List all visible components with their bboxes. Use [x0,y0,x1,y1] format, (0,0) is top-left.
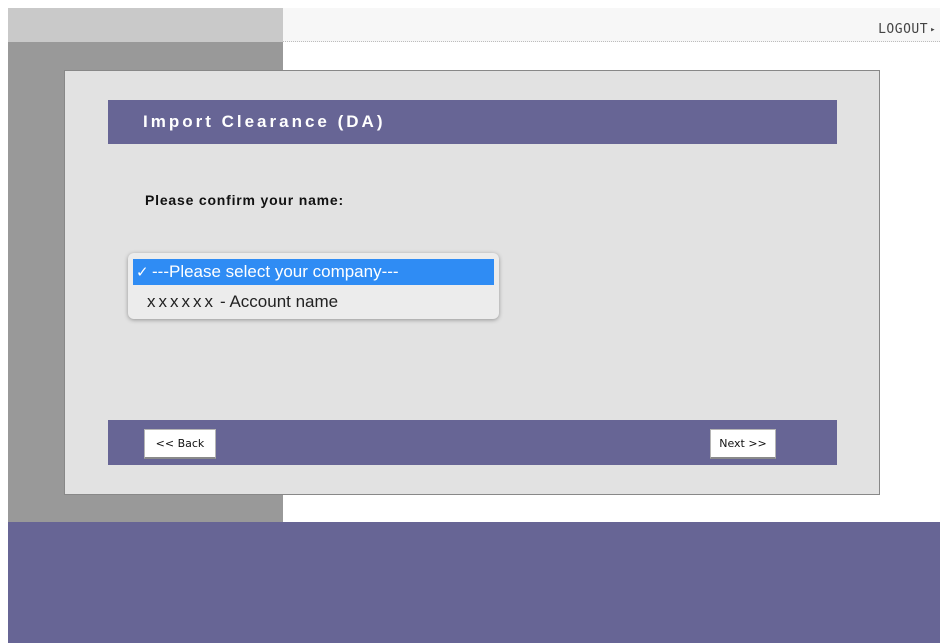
header-bar: LOGOUT ▸ [283,8,940,42]
confirm-name-label: Please confirm your name: [145,192,344,208]
logout-label[interactable]: LOGOUT [878,22,928,37]
form-navigation-bar: << Back Next >> [108,420,837,465]
header-left-strip [8,8,283,42]
company-option-account[interactable]: xxxxxx - Account name [133,289,494,315]
company-select-dropdown[interactable]: ✓ ---Please select your company--- xxxxxx… [128,253,499,319]
company-option-label: - Account name [220,292,339,311]
form-panel: Import Clearance (DA) Please confirm you… [64,70,880,495]
next-button[interactable]: Next >> [710,429,776,459]
footer-band [8,522,940,643]
page-title: Import Clearance (DA) [143,112,386,131]
back-button[interactable]: << Back [144,429,216,459]
account-number-mask: xxxxxx [147,292,216,311]
company-option-placeholder[interactable]: ✓ ---Please select your company--- [133,259,494,285]
checkmark-icon: ✓ [136,264,149,281]
logout-arrow-icon: ▸ [930,25,936,35]
logout-link[interactable]: LOGOUT ▸ [878,22,936,37]
company-option-label: ---Please select your company--- [152,262,399,281]
page: LOGOUT ▸ Import Clearance (DA) Please con… [0,0,940,643]
form-title-bar: Import Clearance (DA) [108,100,837,144]
